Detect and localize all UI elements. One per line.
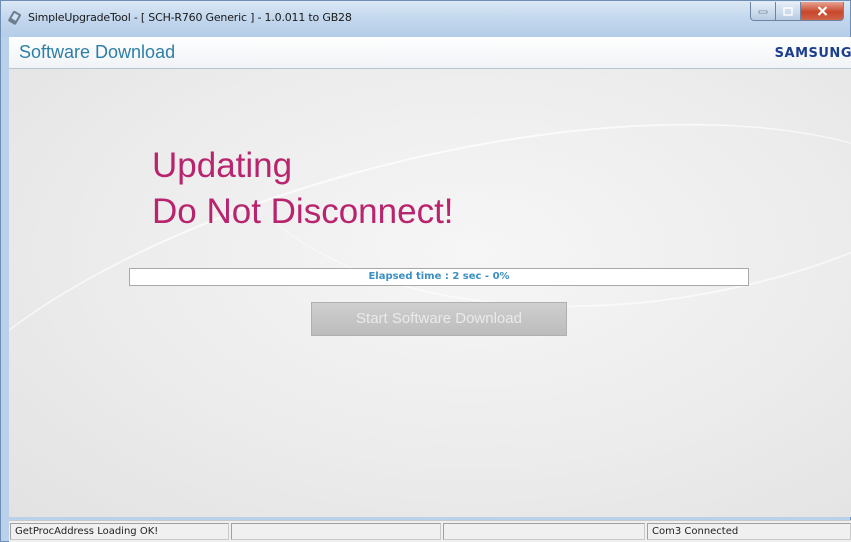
status-bar: GetProcAddress Loading OK! Com3 Connecte… [9,520,851,542]
close-button[interactable] [801,2,844,21]
window-title: SimpleUpgradeTool - [ SCH-R760 Generic ]… [28,11,352,24]
start-download-button[interactable]: Start Software Download [311,302,567,336]
client-area: Software Download SAMSUNG Updating Do No… [9,37,851,517]
status-panel-connection: Com3 Connected [647,523,851,540]
samsung-logo: SAMSUNG [774,46,851,61]
status-panel-2 [231,523,441,540]
minimize-icon [758,10,768,14]
update-warning: Updating Do Not Disconnect! [152,143,454,235]
title-bar[interactable]: SimpleUpgradeTool - [ SCH-R760 Generic ]… [1,1,850,37]
phone-icon[interactable] [7,10,23,26]
close-icon [817,6,827,16]
minimize-button[interactable] [750,2,776,21]
headline-line-1: Updating [152,146,293,185]
headline-line-2: Do Not Disconnect! [152,192,454,231]
progress-text: Elapsed time : 2 sec - 0% [368,271,510,282]
progress-bar: Elapsed time : 2 sec - 0% [129,268,749,286]
status-panel-1: GetProcAddress Loading OK! [10,523,229,540]
maximize-icon [783,6,793,16]
page-title: Software Download [19,42,176,62]
header-bar: Software Download SAMSUNG [9,37,851,69]
status-panel-3 [443,523,645,540]
window-controls [750,2,844,22]
maximize-button[interactable] [776,2,801,21]
app-window: SimpleUpgradeTool - [ SCH-R760 Generic ]… [0,0,851,542]
